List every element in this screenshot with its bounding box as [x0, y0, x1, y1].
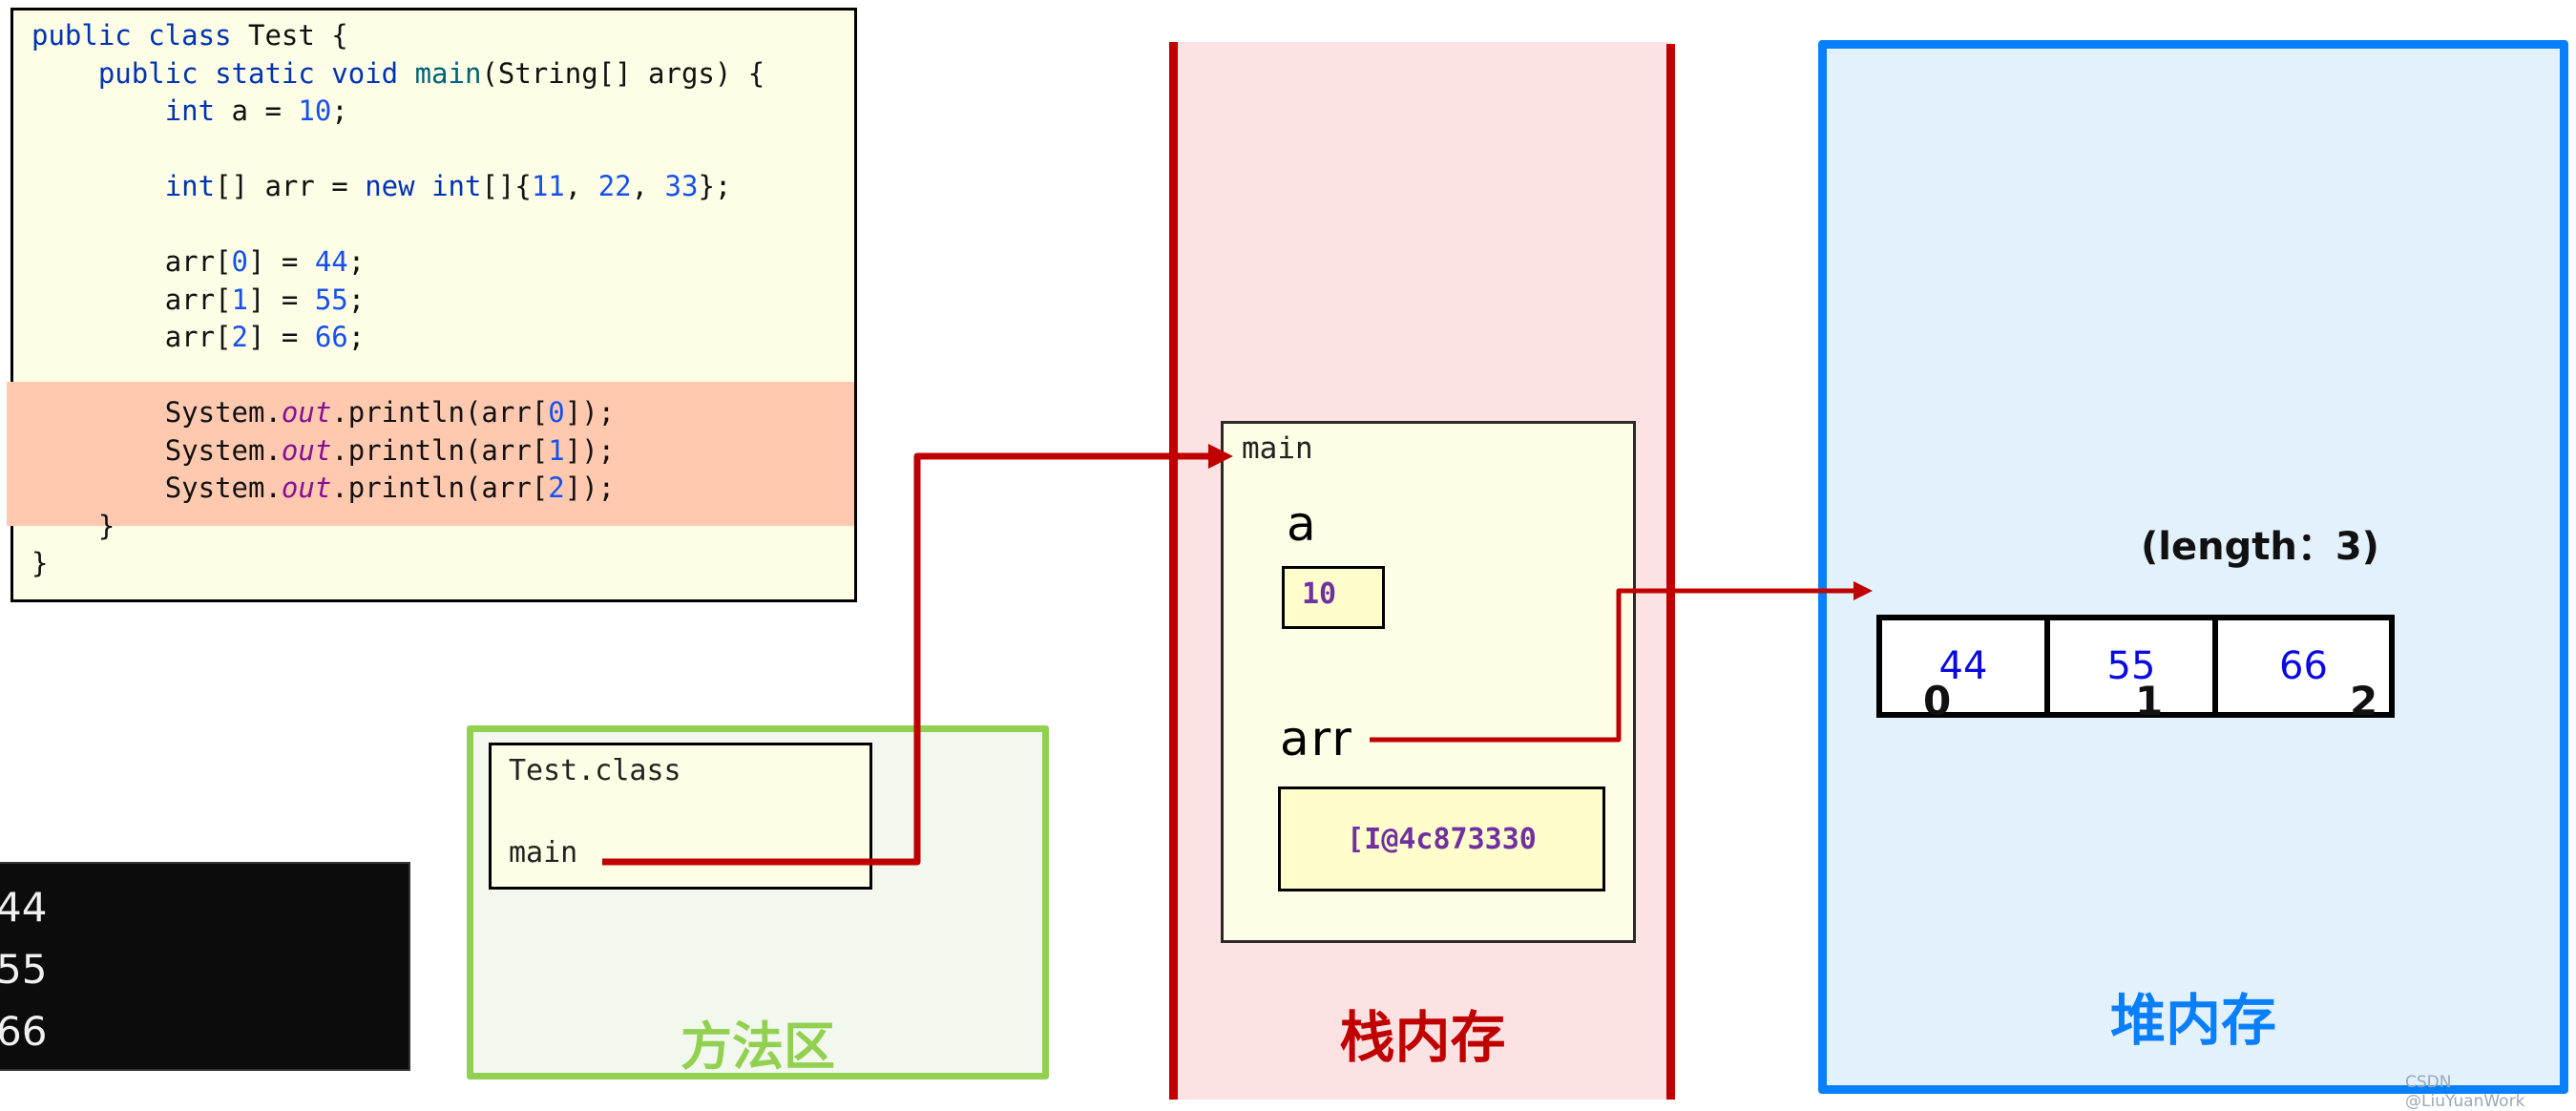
code-token: ;	[331, 94, 348, 127]
code-line: System.out.println(arr[2]);	[31, 470, 764, 508]
code-line: System.out.println(arr[0]);	[31, 394, 764, 432]
code-token: 44	[314, 245, 348, 278]
code-line: System.out.println(arr[1]);	[31, 432, 764, 471]
variable-arr-value: [I@4c873330	[1347, 823, 1537, 856]
code-token: ;	[347, 245, 366, 278]
code-token: 33	[664, 170, 699, 202]
code-token: ] =	[248, 283, 315, 316]
array-cell: 44	[1876, 615, 2050, 718]
console-line: 44	[0, 884, 48, 931]
code-token: static	[215, 56, 332, 90]
console-line: 66	[0, 1008, 48, 1055]
watermark: CSDN @LiuYuanWork	[2405, 1073, 2525, 1111]
code-line: int[] arr = new int[]{11, 22, 33};	[31, 168, 764, 206]
code-token: ] =	[248, 321, 315, 353]
console-output: 44 55 66	[0, 876, 47, 1062]
code-line: }	[31, 508, 764, 546]
code-token: .println(arr[	[331, 433, 549, 467]
code-token: 0	[548, 396, 565, 429]
code-token: 55	[314, 283, 348, 316]
code-token: System.	[164, 433, 282, 467]
code-line: public static void main(String[] args) {	[31, 55, 764, 94]
code-token: out	[281, 472, 332, 504]
code-token: 2	[548, 472, 565, 504]
code-token: 0	[231, 245, 248, 278]
code-line: }	[31, 545, 764, 583]
code-token: out	[281, 396, 332, 429]
code-token: out	[281, 433, 332, 467]
code-token: 1	[548, 433, 565, 467]
code-token: .println(arr[	[331, 472, 549, 504]
code-token: ]);	[564, 396, 616, 429]
code-token: ,	[564, 170, 598, 202]
array-index: 0	[1923, 678, 1952, 724]
code-token: 10	[298, 94, 332, 127]
stack-border-right	[1666, 44, 1675, 1100]
variable-arr-label: arr	[1280, 711, 1353, 766]
code-line: arr[2] = 66;	[31, 319, 764, 357]
code-token: int	[431, 170, 482, 202]
code-token: .println(arr[	[331, 396, 549, 429]
code-token: ;	[347, 283, 366, 316]
code-token: void	[331, 56, 415, 90]
code-line: public class Test {	[31, 17, 764, 55]
class-method-main: main	[509, 836, 578, 870]
console-line: 55	[0, 946, 48, 993]
code-token: arr[	[164, 321, 232, 353]
method-area-label: 方法区	[681, 1017, 835, 1077]
code-block: public class Test { public static void m…	[31, 17, 764, 583]
code-token: public	[31, 19, 149, 52]
code-token: };	[698, 170, 732, 202]
code-token: arr[	[164, 283, 232, 316]
variable-a-label: a	[1287, 496, 1316, 552]
code-token: 22	[597, 170, 632, 202]
code-token: }	[97, 509, 115, 542]
code-token: Test {	[247, 19, 348, 52]
stack-frame-name: main	[1242, 431, 1313, 466]
code-token: (String[] args) {	[481, 56, 765, 90]
code-token: ;	[347, 321, 366, 353]
code-token: []{	[481, 170, 532, 202]
code-token: ]);	[564, 433, 616, 467]
array-index: 2	[2350, 678, 2378, 724]
stack-border-left	[1169, 42, 1178, 1100]
code-token: ] =	[248, 245, 315, 278]
code-line: int a = 10;	[31, 93, 764, 131]
code-token: 2	[231, 321, 248, 353]
code-token: ,	[631, 170, 665, 202]
code-token: }	[31, 547, 49, 579]
code-token: public	[97, 56, 216, 90]
code-token: new	[365, 170, 432, 202]
code-token: System.	[164, 472, 282, 504]
code-line: arr[0] = 44;	[31, 243, 764, 282]
code-token: ]);	[564, 472, 616, 504]
code-token: main	[414, 56, 482, 90]
code-token: int	[164, 94, 232, 127]
code-token: 1	[231, 283, 248, 316]
code-token: [] arr =	[215, 170, 366, 202]
code-token: a =	[231, 94, 299, 127]
code-token: 66	[314, 321, 348, 353]
stack-memory-label: 栈内存	[1339, 1005, 1506, 1070]
array-cell: 55	[2050, 615, 2218, 718]
code-token: System.	[164, 396, 282, 429]
code-token: class	[148, 19, 248, 52]
code-line: arr[1] = 55;	[31, 282, 764, 320]
variable-a-value: 10	[1302, 577, 1337, 611]
array-length-label: (length：3)	[2141, 525, 2379, 569]
code-token: arr[	[164, 245, 232, 278]
code-token: int	[164, 170, 216, 202]
array-index: 1	[2135, 678, 2164, 724]
heap-memory-label: 堆内存	[2109, 988, 2276, 1053]
console-output-panel	[0, 862, 410, 1071]
class-name: Test.class	[509, 754, 681, 787]
code-token: 11	[531, 170, 565, 202]
